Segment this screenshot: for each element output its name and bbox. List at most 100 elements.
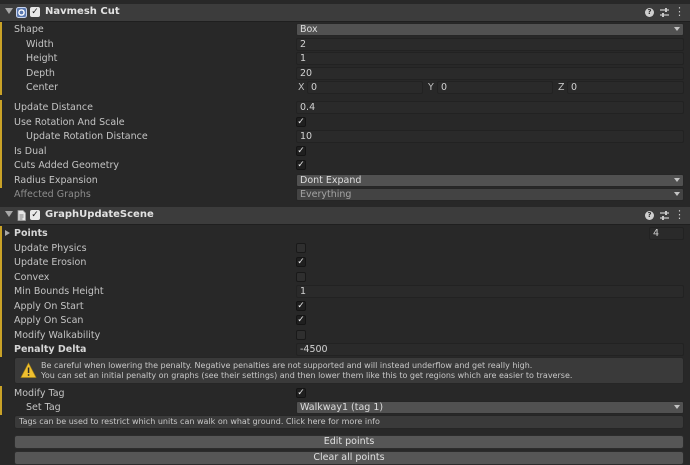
- convex-checkbox[interactable]: [296, 272, 306, 282]
- center-y-field[interactable]: 0: [437, 81, 553, 94]
- points-label: Points: [14, 228, 48, 239]
- modified-indicator: [0, 51, 2, 66]
- center-x-field[interactable]: 0: [307, 81, 423, 94]
- radius-expansion-dropdown[interactable]: Dont Expand: [296, 174, 684, 187]
- modify-tag-row: Modify Tag ✓: [0, 386, 690, 401]
- modified-indicator: [0, 144, 2, 159]
- penalty-delta-label: Penalty Delta: [14, 344, 87, 355]
- tags-info-link[interactable]: Tags can be used to restrict which units…: [14, 415, 684, 429]
- modified-indicator: [0, 158, 2, 173]
- modified-indicator: [0, 37, 2, 52]
- center-z-label[interactable]: Z: [558, 82, 565, 93]
- modified-indicator: [0, 241, 2, 256]
- modified-indicator: [0, 328, 2, 343]
- update-distance-field[interactable]: 0.4: [296, 101, 684, 114]
- modified-indicator: [0, 299, 2, 314]
- sliders-icon[interactable]: [659, 7, 670, 18]
- help-icon[interactable]: ?: [645, 211, 654, 220]
- center-label: Center: [26, 82, 58, 93]
- height-field[interactable]: 1: [296, 52, 684, 65]
- convex-label: Convex: [14, 272, 50, 283]
- apply-on-scan-checkbox[interactable]: ✓: [296, 315, 306, 325]
- foldout-arrow-icon[interactable]: [5, 8, 13, 14]
- cuts-added-geometry-row: Cuts Added Geometry ✓: [0, 158, 690, 173]
- apply-on-scan-row: Apply On Scan ✓: [0, 313, 690, 328]
- foldout-arrow-icon[interactable]: [5, 211, 13, 217]
- sliders-icon[interactable]: [659, 210, 670, 221]
- update-physics-checkbox[interactable]: [296, 243, 306, 253]
- min-bounds-height-label: Min Bounds Height: [14, 286, 104, 297]
- modify-walkability-checkbox[interactable]: [296, 330, 306, 340]
- warning-text-line2: You can set an initial penalty on graphs…: [41, 371, 573, 380]
- use-rotation-checkbox[interactable]: ✓: [296, 117, 306, 127]
- update-physics-label: Update Physics: [14, 243, 87, 254]
- min-bounds-height-field[interactable]: 1: [296, 285, 684, 298]
- chevron-down-icon: [674, 27, 680, 31]
- is-dual-checkbox[interactable]: ✓: [296, 146, 306, 156]
- penalty-delta-row: Penalty Delta -4500: [0, 342, 690, 357]
- edit-points-button[interactable]: Edit points: [14, 435, 684, 449]
- modify-tag-checkbox[interactable]: ✓: [296, 388, 306, 398]
- component-enabled-checkbox[interactable]: ✓: [30, 7, 40, 17]
- use-rotation-row: Use Rotation And Scale ✓: [0, 115, 690, 130]
- radius-expansion-label: Radius Expansion: [14, 175, 98, 186]
- depth-field[interactable]: 20: [296, 67, 684, 80]
- modified-indicator: [0, 284, 2, 299]
- height-label: Height: [26, 53, 58, 64]
- is-dual-row: Is Dual ✓: [0, 144, 690, 159]
- convex-row: Convex: [0, 270, 690, 285]
- component-enabled-checkbox[interactable]: ✓: [30, 210, 40, 220]
- modified-indicator: [0, 173, 2, 188]
- chevron-down-icon: [674, 178, 680, 182]
- shape-row: Shape Box: [0, 22, 690, 37]
- more-icon[interactable]: ⋮: [674, 209, 685, 220]
- penalty-warning-box: Be careful when lowering the penalty. Ne…: [14, 357, 684, 384]
- chevron-down-icon: [674, 192, 680, 196]
- update-erosion-label: Update Erosion: [14, 257, 87, 268]
- component-title: Navmesh Cut: [45, 6, 120, 17]
- apply-on-start-checkbox[interactable]: ✓: [296, 301, 306, 311]
- cuts-added-geometry-checkbox[interactable]: ✓: [296, 160, 306, 170]
- modified-indicator: [0, 255, 2, 270]
- set-tag-dropdown[interactable]: Walkway1 (tag 1): [296, 401, 684, 414]
- set-tag-value: Walkway1 (tag 1): [300, 402, 384, 413]
- modified-indicator: [0, 66, 2, 81]
- navmesh-cut-header[interactable]: ✓ Navmesh Cut ? ⋮: [0, 4, 690, 22]
- foldout-right-icon[interactable]: [5, 230, 10, 236]
- update-physics-row: Update Physics: [0, 241, 690, 256]
- update-erosion-checkbox[interactable]: ✓: [296, 257, 306, 267]
- apply-on-start-label: Apply On Start: [14, 301, 84, 312]
- modified-indicator: [0, 342, 2, 357]
- modified-indicator: [0, 100, 2, 115]
- modify-walkability-row: Modify Walkability: [0, 328, 690, 343]
- width-field[interactable]: 2: [296, 38, 684, 51]
- warning-icon: [20, 362, 37, 378]
- affected-graphs-dropdown[interactable]: Everything: [296, 188, 684, 201]
- update-rotation-distance-field[interactable]: 10: [296, 130, 684, 143]
- depth-row: Depth 20: [0, 66, 690, 81]
- affected-graphs-row: Affected Graphs Everything: [0, 187, 690, 202]
- center-z-field[interactable]: 0: [567, 81, 684, 94]
- more-icon[interactable]: ⋮: [674, 6, 685, 17]
- help-icon[interactable]: ?: [645, 8, 654, 17]
- modified-indicator: [0, 313, 2, 328]
- modified-indicator: [0, 115, 2, 130]
- height-row: Height 1: [0, 51, 690, 66]
- center-row: Center X 0 Y 0 Z 0: [0, 80, 690, 95]
- shape-dropdown[interactable]: Box: [296, 23, 684, 36]
- graph-update-scene-header[interactable]: ✓ GraphUpdateScene ? ⋮: [0, 207, 690, 225]
- points-row[interactable]: Points 4: [0, 226, 690, 241]
- modified-indicator: [0, 129, 2, 144]
- width-row: Width 2: [0, 37, 690, 52]
- penalty-delta-field[interactable]: -4500: [296, 343, 684, 356]
- modified-indicator: [0, 270, 2, 285]
- shape-value: Box: [300, 24, 318, 35]
- center-x-label[interactable]: X: [298, 82, 305, 93]
- center-y-label[interactable]: Y: [428, 82, 434, 93]
- set-tag-row: Set Tag Walkway1 (tag 1): [0, 400, 690, 415]
- clear-all-points-button[interactable]: Clear all points: [14, 451, 684, 465]
- modified-indicator: [0, 80, 2, 95]
- points-count-field[interactable]: 4: [649, 227, 684, 240]
- use-rotation-label: Use Rotation And Scale: [14, 117, 125, 128]
- set-tag-label: Set Tag: [26, 402, 61, 413]
